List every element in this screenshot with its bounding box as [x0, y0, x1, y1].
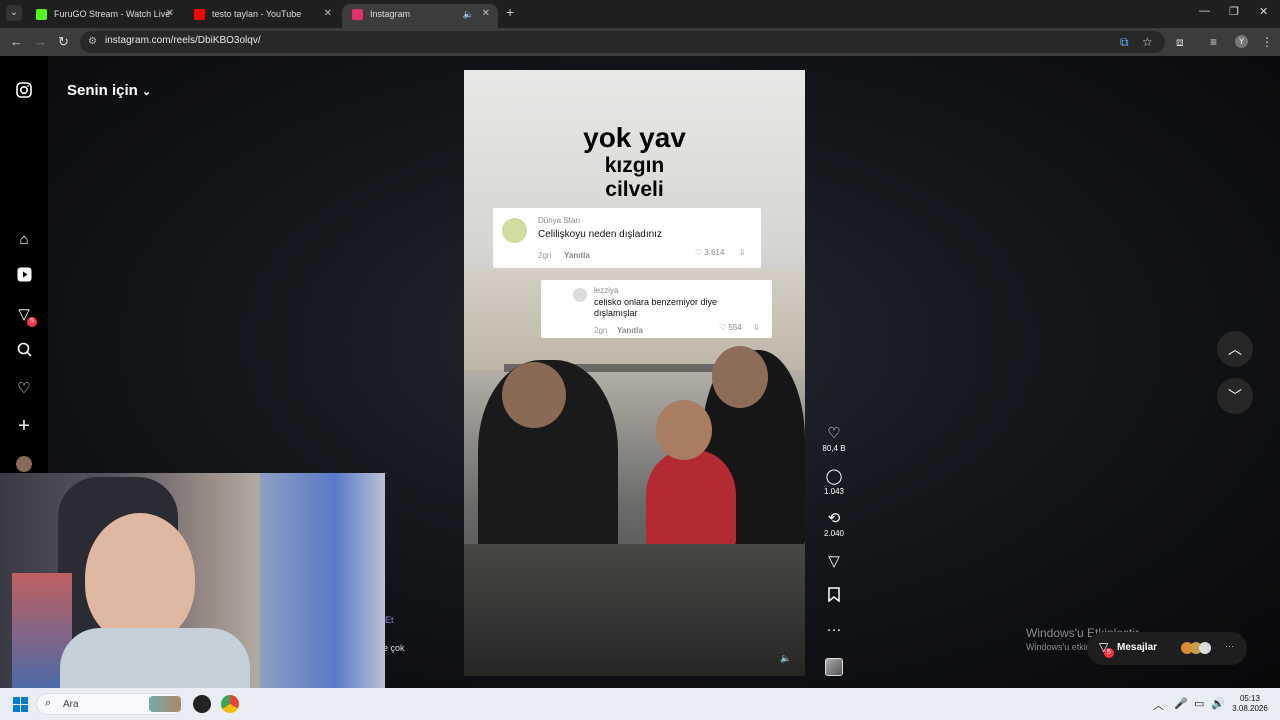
microphone-icon[interactable]: 🎤: [1174, 697, 1188, 710]
person-right-head: [712, 346, 768, 408]
heart-icon: ♡: [827, 425, 841, 442]
profile-avatar[interactable]: [16, 456, 32, 472]
bookmark-icon: [822, 587, 846, 607]
address-bar[interactable]: ⚙ instagram.com/reels/DbiKBO3olqv/: [80, 31, 1165, 53]
windows-taskbar: ⌕ Ara ︿ 🎤 ▭ 🔊 05:13 3.08.2026: [0, 688, 1280, 720]
webcam-overlay: [0, 473, 385, 690]
tab-search-button[interactable]: ⌄: [6, 5, 22, 21]
youtube-favicon-icon: [194, 9, 205, 20]
overlay-line-3: cilveli: [605, 178, 664, 201]
child: [646, 450, 736, 550]
next-reel-button[interactable]: ﹀: [1217, 378, 1253, 414]
create-icon[interactable]: +: [14, 416, 34, 436]
forward-icon[interactable]: →: [34, 34, 47, 49]
feed-title[interactable]: Senin için ⌄: [67, 82, 151, 99]
messages-button[interactable]: ▽ 5 Mesajlar ···: [1087, 632, 1247, 665]
instagram-favicon-icon: [352, 9, 363, 20]
minimize-icon[interactable]: —: [1199, 5, 1210, 17]
audio-thumbnail[interactable]: [825, 658, 843, 676]
site-info-icon[interactable]: ⚙: [88, 36, 97, 47]
repost-button[interactable]: ⟲ 2.040: [822, 510, 846, 538]
profile-avatar[interactable]: Y: [1235, 35, 1248, 48]
menu-icon[interactable]: ⋮: [1261, 35, 1273, 49]
comment-avatar: [573, 288, 587, 302]
search-icon[interactable]: [14, 342, 34, 362]
message-avatars: [1181, 641, 1221, 655]
comment-button[interactable]: ◯ 1.043: [822, 468, 846, 496]
comment-likes: ♡ 554: [719, 323, 742, 332]
reels-icon[interactable]: [14, 267, 34, 287]
chevron-up-icon: ︿: [1228, 341, 1242, 357]
furugo-favicon-icon: [36, 9, 47, 20]
app-icon-obs[interactable]: [193, 695, 211, 713]
restore-icon[interactable]: ❐: [1229, 5, 1239, 18]
close-tab-icon[interactable]: ✕: [482, 4, 490, 24]
more-options-button[interactable]: ···: [822, 621, 846, 639]
chevron-down-icon: ⌄: [142, 86, 152, 98]
streamer-face: [85, 513, 195, 643]
comment-card-2: lezziya celisko onlara benzemiyor diye d…: [541, 280, 772, 338]
heart-icon[interactable]: ♡: [14, 379, 34, 399]
extensions-icon[interactable]: ⧈: [1176, 35, 1184, 50]
search-icon: ⌕: [45, 697, 52, 709]
comment-card-1: Dünya Starı Celilişkoyu neden dışladınız…: [493, 208, 761, 268]
send-icon: ▽: [828, 553, 840, 570]
messages-badge: 5: [1104, 648, 1114, 658]
taskbar-search[interactable]: ⌕ Ara: [36, 693, 184, 715]
notification-badge: 5: [27, 317, 37, 327]
chevron-down-icon: ﹀: [1228, 388, 1242, 404]
tab-youtube[interactable]: testo taylan - YouTube ✕: [184, 4, 340, 28]
tab-furugo[interactable]: FuruGO Stream - Watch Live on ✕: [26, 4, 182, 39]
display-icon[interactable]: ▭: [1194, 697, 1204, 710]
background-wall: [260, 473, 385, 690]
volume-icon[interactable]: 🔈: [780, 653, 791, 664]
heart-icon: ♡: [719, 323, 727, 332]
taskbar-clock[interactable]: 05:13 3.08.2026: [1228, 694, 1272, 714]
comment-icon: ◯: [825, 468, 843, 485]
dislike-icon: ⇩: [753, 323, 760, 332]
comment-likes: ♡ 3.614: [695, 248, 725, 257]
close-tab-icon[interactable]: ✕: [166, 4, 174, 24]
back-icon[interactable]: ←: [10, 34, 23, 49]
media-control-icon[interactable]: ≡: [1210, 35, 1217, 49]
overlay-line-2: kızgın: [604, 154, 665, 177]
streamer-body: [60, 628, 250, 690]
search-highlight-image: [149, 696, 181, 712]
marble-table: [464, 544, 805, 676]
reel-video[interactable]: yok yav kızgın cilveli Dünya Starı Celil…: [464, 70, 805, 676]
save-button[interactable]: [822, 587, 846, 607]
tab-bar: ⌄ FuruGO Stream - Watch Live on ✕ testo …: [0, 0, 1280, 39]
chrome-icon[interactable]: [221, 695, 239, 713]
person-left-head: [502, 362, 566, 428]
close-tab-icon[interactable]: ✕: [324, 4, 332, 24]
hidden-text-fragment-1: Et: [385, 615, 394, 625]
child-head: [656, 400, 712, 460]
repost-icon: ⟲: [827, 510, 841, 527]
heart-icon: ♡: [695, 248, 703, 257]
volume-icon[interactable]: 🔊: [1211, 697, 1225, 710]
speaker-icon[interactable]: 🔈: [463, 4, 474, 24]
overlay-line-1: yok yav: [583, 122, 686, 153]
comment-avatar: [502, 218, 527, 243]
previous-reel-button[interactable]: ︿: [1217, 331, 1253, 367]
windows-start-icon[interactable]: [13, 697, 29, 713]
home-icon[interactable]: ⌂: [14, 230, 34, 250]
more-icon: ···: [826, 621, 842, 638]
browser-toolbar: ← → ↻ ⚙ instagram.com/reels/DbiKBO3olqv/…: [0, 28, 1280, 56]
bookmark-star-icon[interactable]: ☆: [1142, 35, 1153, 49]
instagram-logo-icon[interactable]: [14, 82, 34, 102]
translate-icon[interactable]: ⧉: [1120, 35, 1129, 50]
more-icon: ···: [1225, 641, 1234, 651]
like-button[interactable]: ♡ 80,4 B: [822, 425, 846, 453]
show-hidden-icons[interactable]: ︿: [1153, 697, 1164, 713]
hidden-text-fragment-2: e çok: [383, 643, 405, 653]
close-window-icon[interactable]: ✕: [1259, 5, 1268, 18]
dislike-icon: ⇩: [739, 248, 746, 257]
reload-icon[interactable]: ↻: [58, 34, 69, 50]
new-tab-button[interactable]: +: [506, 4, 514, 20]
share-button[interactable]: ▽: [822, 553, 846, 571]
tab-instagram[interactable]: Instagram 🔈 ✕: [342, 4, 498, 28]
